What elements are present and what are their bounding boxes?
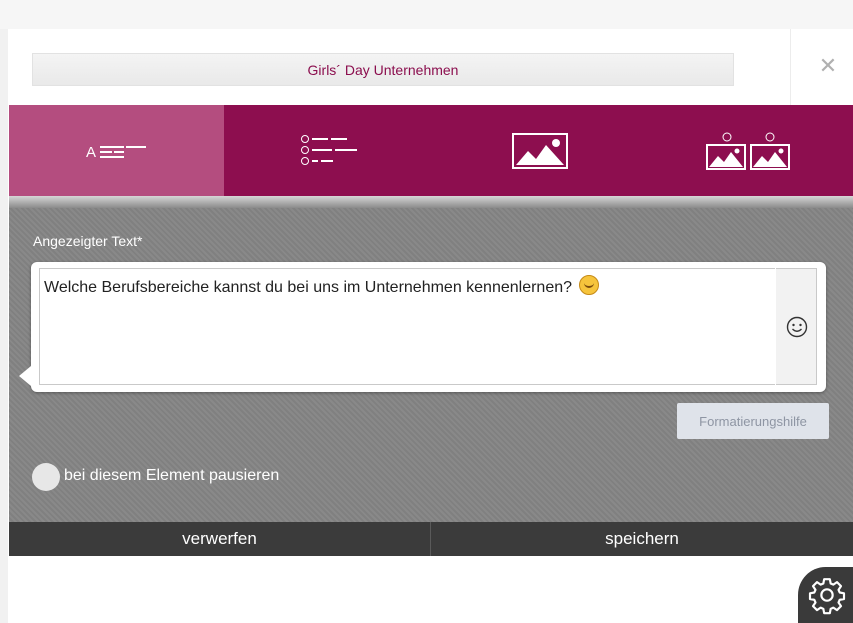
close-icon[interactable]: ✕ [817,53,839,79]
tab-image[interactable] [436,105,644,196]
pause-label: bei diesem Element pausieren [64,467,280,484]
top-strip [0,0,853,29]
tab-image-choice[interactable] [644,105,853,196]
format-help-button[interactable]: Formatierungshilfe [677,403,829,439]
discard-label: verwerfen [182,529,257,548]
hugging-face-emoji-icon [579,275,600,295]
element-title-text: Girls´ Day Unternehmen [307,61,459,78]
bubble-pointer [19,366,31,386]
settings-button[interactable] [798,567,853,623]
svg-text:A: A [86,144,96,160]
text-field-label: Angezeigter Text* [33,233,143,249]
tab-list[interactable] [224,105,436,196]
text-format-icon: A [86,144,146,160]
tab-text[interactable]: A [9,105,224,196]
footer-bar: verwerfen speichern [9,522,853,556]
element-type-tabs: A [9,105,853,196]
displayed-text-input[interactable]: Welche Berufsbereiche kannst du bei uns … [39,268,775,385]
displayed-text-value: Welche Berufsbereiche kannst du bei uns … [44,279,573,296]
format-help-label: Formatierungshilfe [699,413,807,429]
save-label: speichern [605,529,679,548]
gear-icon [808,578,846,615]
element-title: Girls´ Day Unternehmen [32,53,734,86]
image-choice-icon [705,132,790,170]
tab-divider [9,196,853,208]
pause-toggle[interactable] [32,463,60,491]
image-icon [512,132,568,169]
discard-button[interactable]: verwerfen [9,522,431,556]
smiley-icon[interactable] [786,316,808,338]
save-button[interactable]: speichern [431,522,853,556]
abc-list-icon [301,134,357,165]
